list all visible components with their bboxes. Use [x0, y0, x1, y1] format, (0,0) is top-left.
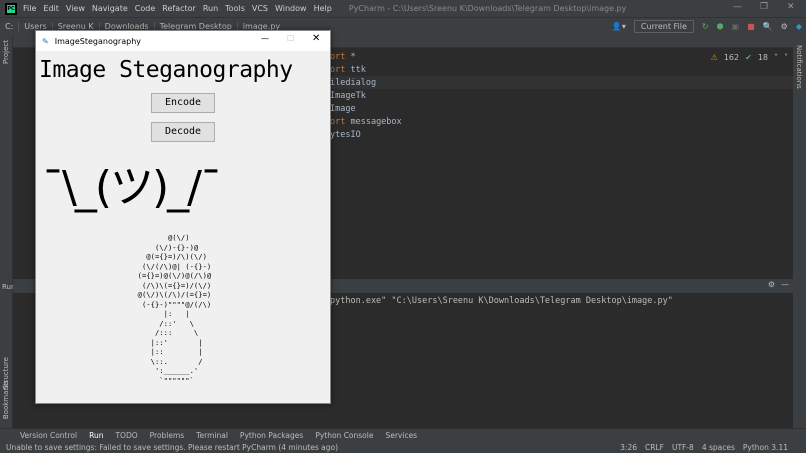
breadcrumb-drive[interactable]: C: — [0, 22, 20, 31]
tk-titlebar: ✎ ImageSteganography — ☐ ✕ — [36, 31, 330, 51]
gear-icon[interactable]: ⚙ — [768, 280, 775, 289]
decode-button[interactable]: Decode — [151, 122, 215, 142]
tab-problems[interactable]: Problems — [150, 431, 185, 440]
run-output: python.exe" "C:\Users\Sreenu K\Downloads… — [330, 296, 673, 306]
menu-code[interactable]: Code — [135, 4, 155, 13]
code-line: ort * — [330, 52, 356, 62]
encoding[interactable]: UTF-8 — [672, 443, 694, 452]
code-line: iledialog — [330, 78, 377, 88]
code-line: ort ttk — [330, 65, 366, 75]
interpreter[interactable]: Python 3.11 — [743, 443, 788, 452]
search-icon[interactable]: 🔍 — [763, 22, 773, 31]
tab-terminal[interactable]: Terminal — [196, 431, 228, 440]
menu-window[interactable]: Window — [275, 4, 307, 13]
encode-button[interactable]: Encode — [151, 93, 215, 113]
pycharm-logo: PC — [5, 2, 17, 15]
ascii-art-vase: @(\/) (\/)-{}-)@ @(={}=)/\)(\/) (\/(/\)@… — [137, 233, 212, 385]
menu-edit[interactable]: Edit — [43, 4, 59, 13]
hide-icon[interactable]: — — [781, 280, 789, 289]
menu-run[interactable]: Run — [203, 4, 218, 13]
ok-count: 18 — [757, 53, 768, 62]
menu-navigate[interactable]: Navigate — [92, 4, 128, 13]
debug-icon[interactable]: ⬢ — [717, 22, 724, 31]
project-tab[interactable]: Project — [2, 40, 10, 64]
maximize-icon[interactable]: ☐ — [287, 34, 294, 43]
check-icon: ✔ — [745, 53, 752, 62]
restore-icon[interactable]: ❐ — [760, 2, 768, 12]
menu-refactor[interactable]: Refactor — [162, 4, 196, 13]
app-heading: Image Steganography — [39, 57, 293, 83]
line-separator[interactable]: CRLF — [645, 443, 664, 452]
gear-icon[interactable]: ⚙ — [781, 22, 788, 31]
tab-run[interactable]: Run — [89, 431, 103, 440]
current-line-highlight — [330, 76, 793, 89]
right-tool-strip: Notifications — [793, 35, 806, 428]
caret-position[interactable]: 3:26 — [620, 443, 637, 452]
bottom-tool-tabs: Version Control Run TODO Problems Termin… — [0, 428, 806, 441]
chevron-down-icon[interactable]: ˅ — [784, 53, 788, 62]
left-tool-strip: Project Run: Structure Bookmarks — [0, 35, 18, 428]
run-config-select[interactable]: Current File — [633, 19, 694, 33]
tk-window-title: ImageSteganography — [54, 36, 141, 46]
tab-python-packages[interactable]: Python Packages — [240, 431, 303, 440]
shrug-label: ¯\_(ツ)_/¯ — [42, 162, 222, 213]
ide-titlebar: PC File Edit View Navigate Code Refactor… — [0, 0, 806, 17]
menu-help[interactable]: Help — [314, 4, 332, 13]
menu-vcs[interactable]: VCS — [252, 4, 268, 13]
warning-count: 162 — [723, 53, 740, 62]
chevron-up-icon[interactable]: ˄ — [774, 53, 778, 62]
menu-view[interactable]: View — [66, 4, 85, 13]
inspection-widget[interactable]: ⚠ 162 ✔ 18 ˄ ˅ — [711, 53, 788, 62]
indent[interactable]: 4 spaces — [702, 443, 735, 452]
tab-python-console[interactable]: Python Console — [315, 431, 373, 440]
warning-icon: ⚠ — [710, 53, 718, 62]
menu-file[interactable]: File — [23, 4, 36, 13]
tab-services[interactable]: Services — [385, 431, 417, 440]
feather-icon: ✎ — [42, 36, 49, 46]
code-line: Image — [330, 104, 356, 114]
minimize-icon[interactable]: — — [261, 34, 269, 43]
notifications-tab[interactable]: Notifications — [795, 45, 803, 89]
code-line: ImageTk — [330, 91, 366, 101]
user-icon[interactable]: 👤▾ — [612, 22, 626, 31]
coverage-icon[interactable]: ▣ — [732, 22, 740, 31]
tk-window: ✎ ImageSteganography — ☐ ✕ Image Stegano… — [35, 30, 331, 404]
close-icon[interactable]: ✕ — [787, 2, 795, 12]
code-line: ytesIO — [330, 130, 361, 140]
stop-icon[interactable]: ■ — [747, 22, 755, 31]
menu-tools[interactable]: Tools — [225, 4, 245, 13]
plugin-icon[interactable]: ◆ — [796, 22, 802, 31]
minimize-icon[interactable]: — — [733, 2, 742, 12]
toolbar: 👤▾ Current File ↻ ⬢ ▣ ■ 🔍 ⚙ ◆ — [612, 17, 806, 35]
close-icon[interactable]: ✕ — [312, 33, 320, 44]
tab-version-control[interactable]: Version Control — [20, 431, 77, 440]
status-message[interactable]: Unable to save settings: Failed to save … — [6, 443, 338, 452]
code-line: ort messagebox — [330, 117, 402, 127]
rerun-icon[interactable]: ↻ — [702, 22, 709, 31]
status-bar: Unable to save settings: Failed to save … — [0, 441, 806, 453]
bookmarks-tab[interactable]: Bookmarks — [2, 380, 10, 419]
tab-todo[interactable]: TODO — [115, 431, 137, 440]
window-title: PyCharm - C:\Users\Sreenu K\Downloads\Te… — [348, 4, 627, 13]
